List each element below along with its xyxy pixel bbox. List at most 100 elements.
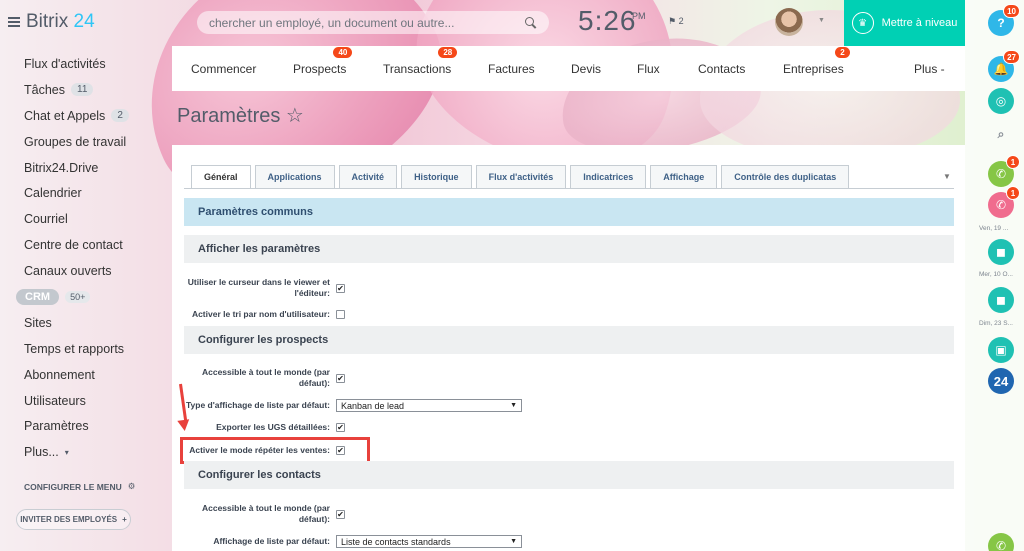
tab-duplicates[interactable]: Contrôle des duplicatas (721, 165, 850, 188)
setting-row: Utiliser le curseur dans le viewer et l'… (184, 277, 544, 299)
setting-label: Utiliser le curseur dans le viewer et l'… (187, 277, 330, 299)
clock[interactable]: 5:26 (578, 5, 637, 37)
nav-item-contacts[interactable]: Contacts (698, 62, 745, 76)
search-input[interactable] (209, 15, 525, 30)
sidebar-item-workgroups[interactable]: Groupes de travail (24, 129, 164, 155)
tab-indicators[interactable]: Indicatrices (570, 165, 647, 188)
menu-icon[interactable] (8, 17, 20, 27)
contacts-list-select[interactable]: Liste de contacts standards ▼ (336, 535, 522, 548)
contacts-public-checkbox[interactable]: ✔ (336, 509, 345, 519)
phone-icon[interactable]: ✆ 1 (988, 186, 1020, 218)
cursor-viewer-checkbox[interactable]: ✔ (336, 283, 345, 293)
sidebar-item-activity-stream[interactable]: Flux d'activités (24, 51, 164, 77)
section-header-leads: Configurer les prospects (184, 326, 954, 354)
setting-label: Activer le tri par nom d'utilisateur: (191, 309, 330, 319)
chat-icon[interactable]: ◎ (988, 88, 1014, 114)
rail-date-label: Ven, 19 ... (979, 225, 1009, 232)
configure-menu-button[interactable]: CONFIGURER LE MENU ⚙ (24, 481, 135, 492)
sidebar-item-sites[interactable]: Sites (24, 310, 164, 336)
tab-display[interactable]: Affichage (650, 165, 718, 188)
upgrade-button[interactable]: ♛ Mettre à niveau (844, 0, 965, 46)
tab-activity-stream[interactable]: Flux d'activités (475, 165, 567, 188)
settings-tabs: Général Applications Activité Historique… (191, 165, 850, 188)
search-bar[interactable] (197, 11, 549, 34)
count-badge: 2 (835, 46, 850, 58)
sidebar-item-more[interactable]: Plus... ▾ (24, 439, 164, 465)
count-badge: 40 (333, 46, 353, 58)
megaphone-icon[interactable]: ◼ (988, 287, 1014, 313)
setting-row: Activer le tri par nom d'utilisateur: (184, 309, 544, 320)
nav-item-flow[interactable]: Flux (637, 62, 660, 76)
sidebar-item-subscription[interactable]: Abonnement (24, 362, 164, 388)
nav-item-invoices[interactable]: Factures (488, 62, 535, 76)
sort-by-name-checkbox[interactable] (336, 310, 345, 320)
counter-badge: 50+ (65, 290, 91, 303)
nav-item-transactions[interactable]: Transactions 28 (383, 46, 458, 76)
plus-icon: + (122, 515, 127, 524)
count-badge: 28 (438, 46, 458, 58)
sidebar-item-contact-center[interactable]: Centre de contact (24, 232, 164, 258)
section-header-contacts: Configurer les contacts (184, 461, 954, 489)
help-icon[interactable]: ? 10 (988, 4, 1020, 36)
right-rail: ? 10 🔔 27 ◎ ⌕ ✆ 1 ✆ 1 Ven, 19 ... ◼ Mer, 10 … (965, 0, 1024, 551)
avatar[interactable] (775, 8, 803, 36)
sidebar-menu: Flux d'activités Tâches 11 Chat et Appels… (16, 51, 164, 465)
logo-text: Bitrix 24 (26, 11, 95, 32)
logo[interactable]: Bitrix 24 (8, 11, 95, 33)
nav-item-quotes[interactable]: Devis (571, 62, 601, 76)
setting-label: Affichage de liste par défaut: (213, 535, 330, 546)
sidebar-item-mail[interactable]: Courriel (24, 206, 164, 232)
setting-label: Exporter les UGS détaillées: (216, 422, 330, 432)
chevron-down-icon[interactable]: ▼ (943, 172, 951, 181)
chevron-down-icon: ▼ (510, 402, 517, 409)
counter-badge: 11 (71, 83, 94, 97)
leads-public-checkbox[interactable]: ✔ (336, 373, 345, 383)
invite-employees-button[interactable]: INVITER DES EMPLOYÉS + (16, 509, 131, 530)
search-icon[interactable]: ⌕ (988, 121, 1014, 147)
gear-icon: ⚙ (127, 481, 136, 491)
nav-item-companies[interactable]: Entreprises 2 (783, 46, 850, 76)
sidebar-item-chat[interactable]: Chat et Appels 2 (24, 103, 164, 129)
sidebar-item-tasks[interactable]: Tâches 11 (24, 77, 164, 103)
leads-list-type-select[interactable]: Kanban de lead ▼ (336, 399, 522, 412)
tab-activity[interactable]: Activité (338, 165, 398, 188)
phone-icon[interactable]: ✆ (988, 533, 1014, 551)
sidebar-item-calendar[interactable]: Calendrier (24, 180, 164, 206)
bitrix24-icon[interactable]: 24 (988, 368, 1014, 394)
megaphone-icon[interactable]: ◼ (988, 239, 1014, 265)
tab-general[interactable]: Général (191, 165, 251, 188)
chevron-down-icon[interactable]: ▼ (818, 17, 825, 24)
setting-label: Accessible à tout le monde (par défaut): (201, 367, 330, 389)
sidebar-item-settings[interactable]: Paramètres (24, 413, 164, 439)
chevron-down-icon: ▾ (64, 447, 69, 457)
export-skus-checkbox[interactable]: ✔ (336, 423, 345, 433)
rail-date-label: Mer, 10 O... (979, 271, 1013, 278)
crm-top-nav: Commencer Prospects 40 Transactions 28 Fac… (172, 46, 965, 91)
search-icon[interactable] (525, 16, 537, 29)
search-document-icon[interactable]: ▣ (988, 337, 1014, 363)
nav-item-start[interactable]: Commencer (191, 62, 256, 76)
setting-row: Accessible à tout le monde (par défaut):… (184, 503, 544, 525)
sidebar-item-drive[interactable]: Bitrix24.Drive (24, 155, 164, 181)
clock-ampm: PM (632, 11, 646, 21)
setting-row: Affichage de liste par défaut: Liste de … (184, 535, 544, 548)
flag-counter[interactable]: ⚑ 2 (668, 16, 684, 27)
nav-item-more[interactable]: Plus - (914, 62, 945, 76)
setting-row: Exporter les UGS détaillées: ✔ (184, 422, 544, 433)
sidebar-item-open-channels[interactable]: Canaux ouverts (24, 258, 164, 284)
chevron-down-icon: ▼ (510, 538, 517, 545)
setting-row: Type d'affichage de liste par défaut: Ka… (184, 399, 544, 412)
nav-item-prospects[interactable]: Prospects 40 (293, 46, 353, 76)
sidebar-item-crm[interactable]: CRM 50+ (16, 284, 164, 310)
bell-icon[interactable]: 🔔 27 (988, 50, 1020, 82)
tab-history[interactable]: Historique (401, 165, 472, 188)
sidebar-item-users[interactable]: Utilisateurs (24, 388, 164, 414)
setting-label: Type d'affichage de liste par défaut: (185, 399, 330, 410)
tab-applications[interactable]: Applications (254, 165, 335, 188)
sidebar-item-time-reports[interactable]: Temps et rapports (24, 336, 164, 362)
left-sidebar: Bitrix 24 Flux d'activités Tâches 11 Chat… (0, 0, 172, 551)
flag-icon: ⚑ (668, 16, 677, 26)
annotation-arrow-head (177, 419, 191, 432)
phone-icon[interactable]: ✆ 1 (988, 155, 1020, 187)
setting-row: Accessible à tout le monde (par défaut):… (184, 367, 544, 389)
